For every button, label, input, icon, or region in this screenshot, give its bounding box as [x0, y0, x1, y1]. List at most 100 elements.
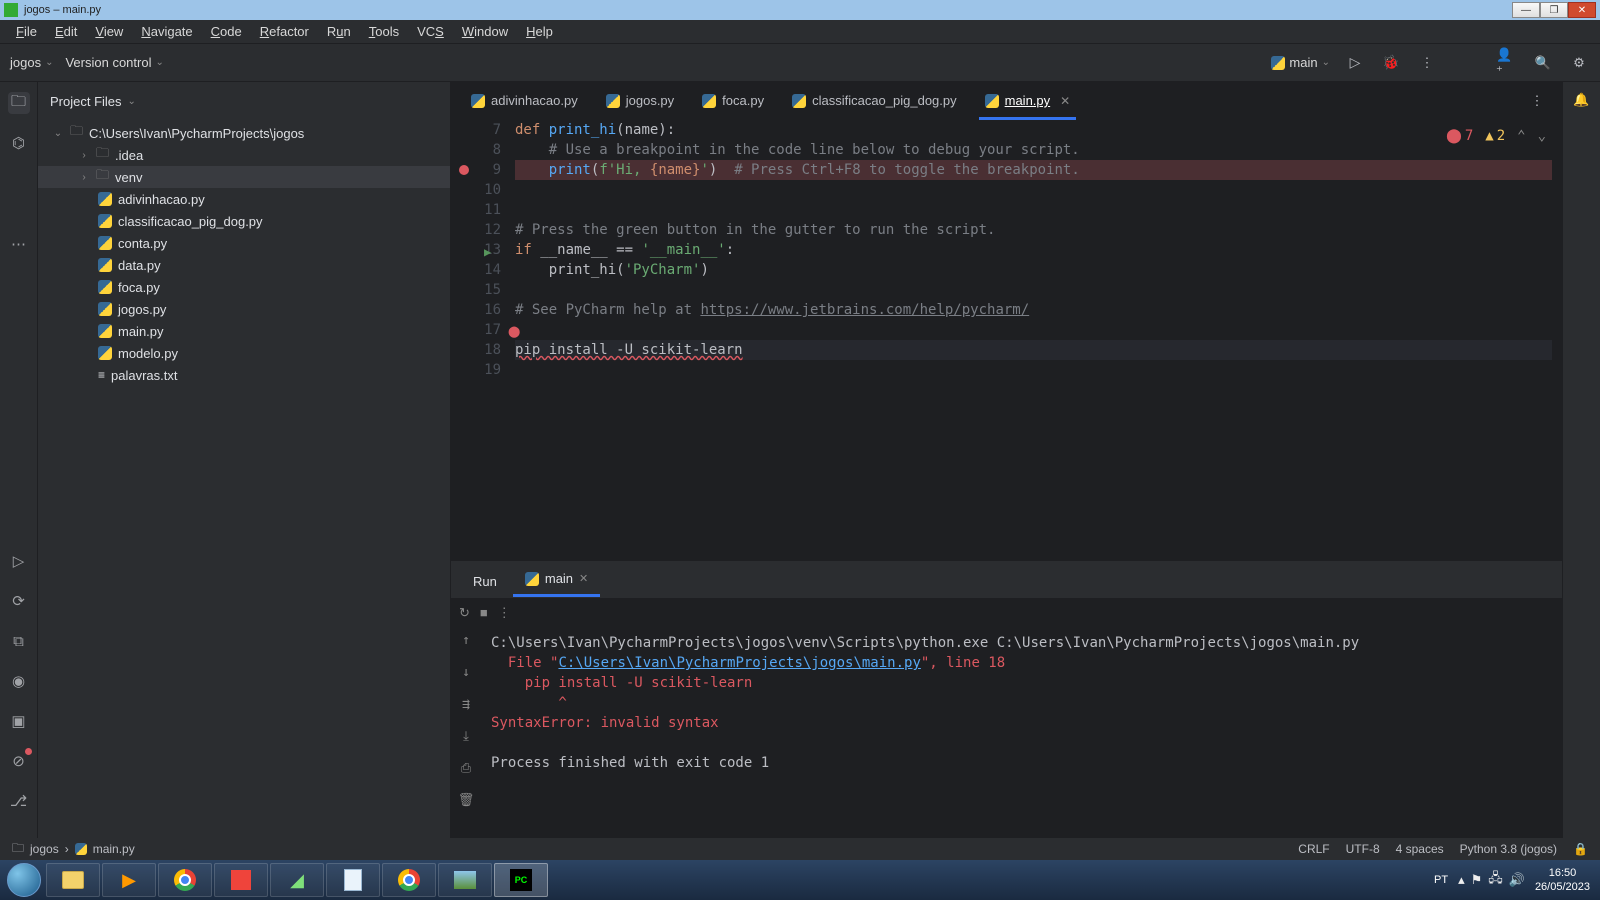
error-count[interactable]: ⬤7 [1446, 126, 1473, 146]
run-output[interactable]: C:\Users\Ivan\PycharmProjects\jogos\venv… [481, 627, 1562, 838]
notifications-icon[interactable]: 🔔 [1573, 92, 1589, 108]
run-tab-config[interactable]: main✕ [513, 563, 600, 597]
tree-file[interactable]: conta.py [38, 232, 450, 254]
terminal-tool-icon[interactable]: ▣ [8, 710, 30, 732]
collapse-icon[interactable]: ⌄ [52, 128, 64, 139]
code-area[interactable]: def print_hi(name): # Use a breakpoint i… [509, 120, 1562, 560]
menu-view[interactable]: View [87, 21, 131, 42]
breadcrumb[interactable]: 🗀jogos › main.py [12, 839, 135, 860]
file-link[interactable]: C:\Users\Ivan\PycharmProjects\jogos\main… [558, 655, 920, 671]
close-tab-icon[interactable]: ✕ [579, 572, 588, 585]
taskbar-explorer[interactable] [46, 863, 100, 897]
structure-tool-icon[interactable]: ⌬ [8, 132, 30, 154]
tree-file[interactable]: jogos.py [38, 298, 450, 320]
run-tool-icon[interactable]: ▷ [8, 550, 30, 572]
inspection-widget[interactable]: ⬤7 ▲2 ⌃ ⌄ [1446, 126, 1546, 146]
tree-folder-idea[interactable]: ›🗀.idea [38, 144, 450, 166]
services-tool-icon[interactable]: ⧉ [8, 630, 30, 652]
tray-network-icon[interactable]: 🖧 [1488, 869, 1503, 891]
rerun-icon[interactable]: ↻ [459, 605, 470, 621]
taskbar-pycharm[interactable]: PC [494, 863, 548, 897]
menu-run[interactable]: Run [319, 21, 359, 42]
run-config-dropdown[interactable]: main⌄ [1271, 55, 1330, 70]
tray-arrow-icon[interactable]: ▴ [1458, 872, 1465, 888]
close-tab-icon[interactable]: ✕ [1060, 94, 1070, 108]
tree-file[interactable]: main.py [38, 320, 450, 342]
python-packages-icon[interactable]: ⟳ [8, 590, 30, 612]
encoding-label[interactable]: UTF-8 [1346, 842, 1380, 856]
editor[interactable]: 7 8 9 10 11 12 ▶13 14 15 16 ⬤17 18 19 de… [451, 120, 1562, 560]
maximize-button[interactable]: ❐ [1540, 2, 1568, 18]
vcs-dropdown[interactable]: Version control⌄ [65, 55, 163, 70]
menu-navigate[interactable]: Navigate [133, 21, 200, 42]
search-everywhere-icon[interactable]: 🔍 [1532, 52, 1554, 74]
menu-help[interactable]: Help [518, 21, 561, 42]
run-button[interactable]: ▷ [1344, 52, 1366, 74]
menu-code[interactable]: Code [203, 21, 250, 42]
python-console-icon[interactable]: ◉ [8, 670, 30, 692]
more-run-icon[interactable]: ⋮ [1416, 52, 1438, 74]
language-indicator[interactable]: PT [1434, 874, 1448, 886]
tray-flag-icon[interactable]: ⚑ [1471, 872, 1483, 888]
taskbar-anydesk[interactable] [214, 863, 268, 897]
taskbar-chrome[interactable] [158, 863, 212, 897]
system-tray[interactable]: ▴ ⚑ 🖧 🔊 [1458, 869, 1525, 891]
clear-icon[interactable]: 🗑 [458, 791, 475, 811]
scroll-end-icon[interactable]: ⤓ [463, 727, 469, 747]
expand-icon[interactable]: › [78, 172, 90, 183]
tree-file[interactable]: data.py [38, 254, 450, 276]
tree-root[interactable]: ⌄🗀C:\Users\Ivan\PycharmProjects\jogos [38, 122, 450, 144]
taskbar-chrome-2[interactable] [382, 863, 436, 897]
settings-icon[interactable]: ⚙ [1568, 52, 1590, 74]
error-gutter-icon[interactable]: ⬤ [508, 322, 520, 342]
editor-tab-active[interactable]: main.py✕ [971, 82, 1085, 120]
project-tool-icon[interactable]: 🗀 [8, 92, 30, 114]
menu-vcs[interactable]: VCS [409, 21, 452, 42]
taskbar-clock[interactable]: 16:50 26/05/2023 [1535, 866, 1590, 894]
taskbar-photos[interactable] [438, 863, 492, 897]
interpreter-label[interactable]: Python 3.8 (jogos) [1460, 842, 1557, 856]
taskbar-app[interactable]: ◢ [270, 863, 324, 897]
vcs-tool-icon[interactable]: ⎇ [8, 790, 30, 812]
menu-edit[interactable]: Edit [47, 21, 85, 42]
expand-icon[interactable]: › [78, 150, 90, 161]
soft-wrap-icon[interactable]: ⇶ [462, 695, 470, 715]
next-highlight-icon[interactable]: ⌄ [1538, 126, 1546, 146]
tree-file[interactable]: adivinhacao.py [38, 188, 450, 210]
menu-window[interactable]: Window [454, 21, 516, 42]
stop-icon[interactable]: ■ [480, 605, 488, 620]
start-button[interactable] [4, 860, 44, 900]
line-sep-label[interactable]: CRLF [1298, 842, 1329, 856]
close-button[interactable]: ✕ [1568, 2, 1596, 18]
menu-refactor[interactable]: Refactor [252, 21, 317, 42]
code-with-me-icon[interactable]: 👤⁺ [1496, 52, 1518, 74]
tree-folder-venv[interactable]: ›🗀venv [38, 166, 450, 188]
more-icon[interactable]: ⋮ [498, 605, 511, 621]
editor-tab[interactable]: classificacao_pig_dog.py [778, 82, 971, 120]
print-icon[interactable]: ⎙ [461, 759, 471, 779]
down-stack-icon[interactable]: ↓ [462, 663, 470, 683]
readonly-lock-icon[interactable]: 🔒 [1573, 842, 1588, 856]
taskbar-media-player[interactable]: ▶ [102, 863, 156, 897]
debug-button[interactable]: 🐞 [1380, 52, 1402, 74]
breakpoint-icon[interactable] [459, 165, 469, 175]
project-panel-header[interactable]: Project Files ⌄ [38, 82, 450, 120]
tree-file[interactable]: classificacao_pig_dog.py [38, 210, 450, 232]
menu-file[interactable]: File [8, 21, 45, 42]
up-stack-icon[interactable]: ↑ [462, 631, 470, 651]
editor-tab[interactable]: jogos.py [592, 82, 688, 120]
minimize-button[interactable]: — [1512, 2, 1540, 18]
project-dropdown[interactable]: jogos⌄ [10, 55, 53, 70]
tree-file[interactable]: foca.py [38, 276, 450, 298]
run-gutter-icon[interactable]: ▶ [484, 242, 491, 262]
indent-label[interactable]: 4 spaces [1396, 842, 1444, 856]
editor-tab[interactable]: adivinhacao.py [457, 82, 592, 120]
menu-tools[interactable]: Tools [361, 21, 407, 42]
taskbar-notepad[interactable] [326, 863, 380, 897]
prev-highlight-icon[interactable]: ⌃ [1517, 126, 1525, 146]
tree-file[interactable]: ≡palavras.txt [38, 364, 450, 386]
tray-volume-icon[interactable]: 🔊 [1509, 872, 1525, 888]
editor-tab[interactable]: foca.py [688, 82, 778, 120]
tab-more-icon[interactable]: ⋮ [1526, 90, 1548, 112]
warning-count[interactable]: ▲2 [1485, 126, 1505, 146]
